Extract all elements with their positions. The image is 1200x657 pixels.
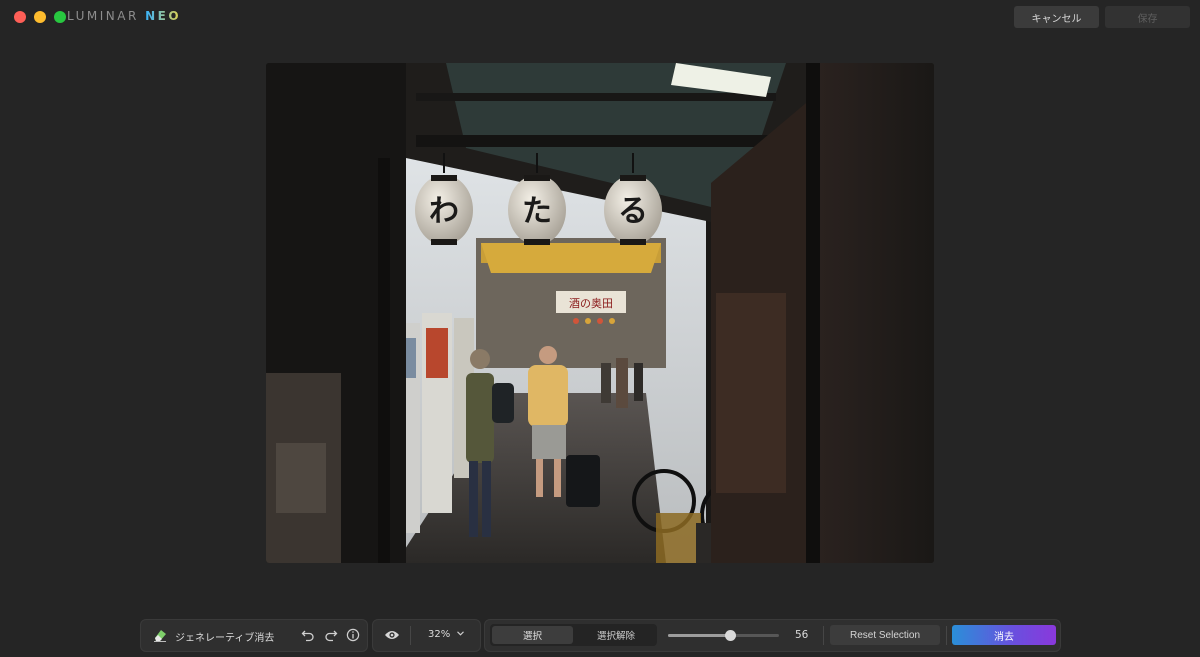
lantern-1-text: わ	[429, 194, 459, 229]
brush-size-slider-fill	[668, 634, 731, 637]
brush-size-value[interactable]: 56	[795, 629, 808, 641]
eye-icon[interactable]	[384, 629, 400, 641]
deselect-mode-button[interactable]: 選択解除	[576, 626, 656, 644]
selection-mode-toggle: 選択 選択解除	[490, 624, 657, 646]
app-window: LUMINAR NEO キャンセル 保存 酒の奥田 わ た る ジェネレーティブ…	[0, 0, 1200, 657]
view-panel: 32%	[372, 619, 481, 652]
close-window-button[interactable]	[14, 11, 26, 23]
info-icon[interactable]	[346, 628, 360, 642]
divider	[410, 626, 411, 645]
eraser-icon	[154, 630, 166, 642]
brush-size-slider-thumb[interactable]	[724, 630, 736, 641]
logo-text-neo: NEO	[145, 9, 182, 23]
photo-canvas[interactable]: 酒の奥田 わ た る	[266, 63, 934, 563]
alley-sign-text: 酒の奥田	[569, 296, 613, 310]
photo-image: 酒の奥田 わ た る	[266, 63, 934, 563]
reset-selection-button[interactable]: Reset Selection	[830, 625, 940, 645]
app-logo: LUMINAR NEO	[67, 9, 181, 23]
cancel-button[interactable]: キャンセル	[1014, 6, 1099, 28]
undo-icon[interactable]	[301, 628, 315, 642]
chevron-down-icon[interactable]	[457, 631, 464, 636]
divider	[823, 626, 824, 645]
zoom-level[interactable]: 32%	[428, 629, 450, 640]
brush-size-slider[interactable]	[668, 630, 779, 641]
select-mode-button[interactable]: 選択	[492, 626, 573, 644]
selection-panel: 選択 選択解除 56 Reset Selection 消去	[484, 619, 1061, 652]
tool-name-label: ジェネレーティブ消去	[175, 633, 275, 644]
erase-button[interactable]: 消去	[952, 625, 1056, 645]
tool-panel: ジェネレーティブ消去	[140, 619, 368, 652]
minimize-window-button[interactable]	[34, 11, 46, 23]
window-controls	[14, 11, 66, 23]
redo-icon[interactable]	[324, 628, 338, 642]
lantern-2-text: た	[522, 194, 552, 229]
divider	[946, 626, 947, 645]
logo-text-luminar: LUMINAR	[67, 9, 146, 23]
maximize-window-button[interactable]	[54, 11, 66, 23]
lantern-3-text: る	[618, 194, 648, 229]
save-button[interactable]: 保存	[1105, 6, 1190, 28]
